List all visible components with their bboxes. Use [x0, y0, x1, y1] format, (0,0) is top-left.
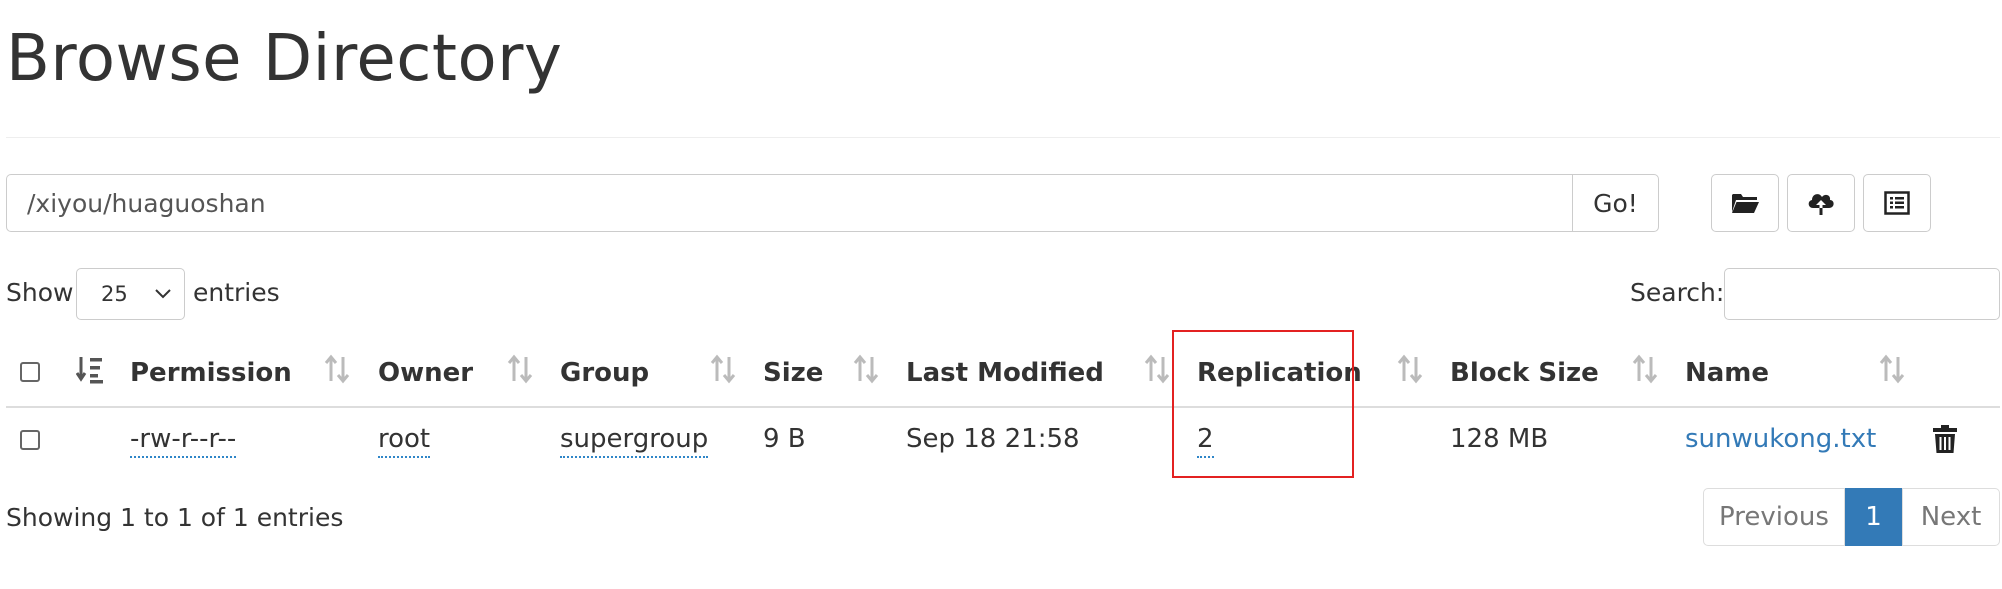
sort-icon[interactable] [710, 354, 736, 384]
trash-icon[interactable] [1932, 424, 1958, 454]
sort-icon[interactable] [1879, 354, 1905, 384]
page-1-button[interactable]: 1 [1845, 488, 1902, 546]
page-title: Browse Directory [6, 22, 563, 96]
cut-paste-button[interactable] [1863, 174, 1931, 232]
page-length-value: 25 [101, 282, 128, 306]
next-page-button[interactable]: Next [1902, 488, 2000, 546]
select-all-checkbox[interactable] [20, 362, 40, 382]
owner-cell[interactable]: root [378, 424, 431, 458]
permission-cell[interactable]: -rw-r--r-- [130, 424, 237, 458]
create-directory-button[interactable] [1711, 174, 1779, 232]
sort-icon[interactable] [324, 354, 350, 384]
sort-icon[interactable] [1632, 354, 1658, 384]
list-alt-icon [1884, 191, 1910, 215]
title-divider [6, 137, 2000, 138]
page-length-select[interactable]: 25 [76, 268, 185, 320]
table-header-divider [6, 406, 2000, 408]
file-name-link[interactable]: sunwukong.txt [1685, 424, 1876, 454]
last-modified-cell: Sep 18 21:58 [906, 424, 1080, 454]
search-input[interactable] [1724, 268, 2000, 320]
sort-icon[interactable] [1397, 354, 1423, 384]
column-header-name[interactable]: Name [1685, 358, 1769, 388]
show-label: Show [6, 278, 74, 307]
upload-files-button[interactable] [1787, 174, 1855, 232]
sort-icon[interactable] [507, 354, 533, 384]
size-cell: 9 B [763, 424, 806, 454]
column-header-block-size[interactable]: Block Size [1450, 358, 1599, 388]
sort-amount-asc-icon[interactable] [76, 354, 104, 386]
go-button[interactable]: Go! [1572, 174, 1659, 232]
sort-icon[interactable] [1144, 354, 1170, 384]
group-cell[interactable]: supergroup [560, 424, 709, 458]
chevron-down-icon [155, 289, 171, 299]
column-header-owner[interactable]: Owner [378, 358, 473, 388]
column-header-permission[interactable]: Permission [130, 358, 292, 388]
block-size-cell: 128 MB [1450, 424, 1549, 454]
entries-label: entries [193, 278, 280, 307]
cloud-upload-icon [1808, 194, 1834, 215]
replication-highlight-box [1172, 330, 1354, 478]
sort-icon[interactable] [853, 354, 879, 384]
previous-page-button[interactable]: Previous [1703, 488, 1845, 546]
column-header-last-modified[interactable]: Last Modified [906, 358, 1104, 388]
folder-open-icon [1732, 194, 1759, 213]
table-info: Showing 1 to 1 of 1 entries [6, 503, 344, 532]
column-header-size[interactable]: Size [763, 358, 823, 388]
search-label: Search: [1630, 278, 1725, 307]
column-header-group[interactable]: Group [560, 358, 649, 388]
directory-path-input[interactable] [6, 174, 1572, 232]
row-checkbox[interactable] [20, 430, 40, 450]
